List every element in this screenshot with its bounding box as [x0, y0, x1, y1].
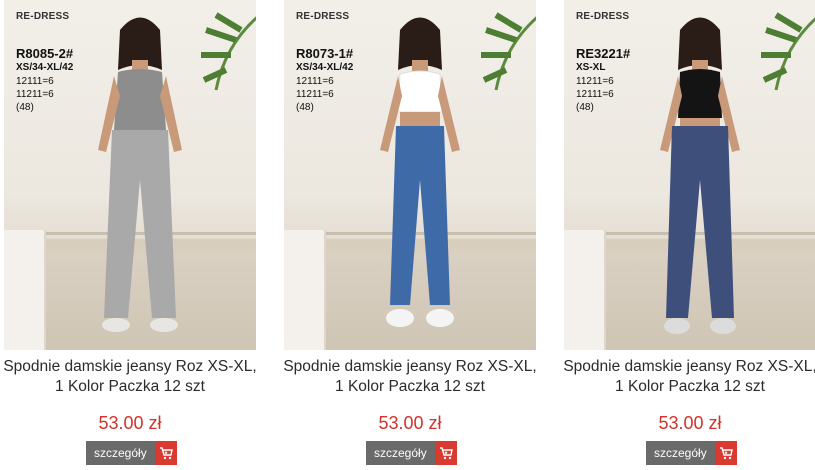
- model-figure: [98, 17, 182, 332]
- plant-decoration: [201, 12, 256, 91]
- pack-total: (48): [576, 102, 594, 113]
- product-price: 53.00 zł: [658, 413, 722, 433]
- pack-total: (48): [296, 102, 314, 113]
- add-to-cart-button[interactable]: [154, 441, 177, 465]
- model-figure: [660, 17, 740, 334]
- add-to-cart-button[interactable]: [714, 441, 737, 465]
- details-button[interactable]: szczegóły: [366, 441, 435, 465]
- brand-label: RE-DRESS: [576, 11, 630, 22]
- size-range: XS/34-XL/42: [296, 62, 354, 73]
- brand-label: RE-DRESS: [16, 11, 70, 22]
- product-grid: RE-DRESS R8085-2# XS/34-XL/42 12111=6 11…: [0, 0, 815, 470]
- model-figure: [380, 17, 460, 327]
- product-title[interactable]: Spodnie damskie jeansy Roz XS-XL, 1 Kolo…: [562, 357, 815, 397]
- cabinet: [4, 230, 46, 350]
- pack-line-2: 11211=6: [16, 89, 54, 100]
- pack-line-2: 11211=6: [296, 89, 334, 100]
- details-button[interactable]: szczegóły: [646, 441, 715, 465]
- product-image[interactable]: RE-DRESS R8085-2# XS/34-XL/42 12111=6 11…: [4, 0, 256, 350]
- add-to-cart-button[interactable]: [434, 441, 457, 465]
- pack-line-1: 12111=6: [16, 76, 54, 87]
- product-actions: szczegóły: [366, 441, 457, 465]
- details-button[interactable]: szczegóły: [86, 441, 155, 465]
- product-code: R8085-2#: [16, 46, 74, 61]
- cart-icon: [159, 446, 173, 459]
- cart-icon: [719, 446, 733, 459]
- product-code: R8073-1#: [296, 46, 354, 61]
- pack-total: (48): [16, 102, 34, 113]
- product-actions: szczegóły: [646, 441, 737, 465]
- product-card: RE-DRESS RE3221# XS-XL 11211=6 12111=6 (…: [562, 0, 815, 470]
- product-price: 53.00 zł: [378, 413, 442, 433]
- product-actions: szczegóły: [86, 441, 177, 465]
- product-title[interactable]: Spodnie damskie jeansy Roz XS-XL, 1 Kolo…: [2, 357, 258, 397]
- brand-label: RE-DRESS: [296, 11, 350, 22]
- product-code: RE3221#: [576, 46, 631, 61]
- cabinet: [564, 230, 606, 350]
- pack-line-2: 12111=6: [576, 89, 614, 100]
- product-card: RE-DRESS R8085-2# XS/34-XL/42 12111=6 11…: [2, 0, 258, 470]
- size-range: XS-XL: [576, 62, 606, 73]
- product-price: 53.00 zł: [98, 413, 162, 433]
- product-image[interactable]: RE-DRESS R8073-1# XS/34-XL/42 12111=6 11…: [284, 0, 536, 350]
- product-card: RE-DRESS R8073-1# XS/34-XL/42 12111=6 11…: [282, 0, 538, 470]
- product-image[interactable]: RE-DRESS RE3221# XS-XL 11211=6 12111=6 (…: [564, 0, 815, 350]
- pack-line-1: 11211=6: [576, 76, 614, 87]
- product-title[interactable]: Spodnie damskie jeansy Roz XS-XL, 1 Kolo…: [282, 357, 538, 397]
- pack-line-1: 12111=6: [296, 76, 334, 87]
- size-range: XS/34-XL/42: [16, 62, 74, 73]
- plant-decoration: [481, 12, 536, 91]
- plant-decoration: [761, 12, 815, 91]
- cabinet: [284, 230, 326, 350]
- cart-icon: [439, 446, 453, 459]
